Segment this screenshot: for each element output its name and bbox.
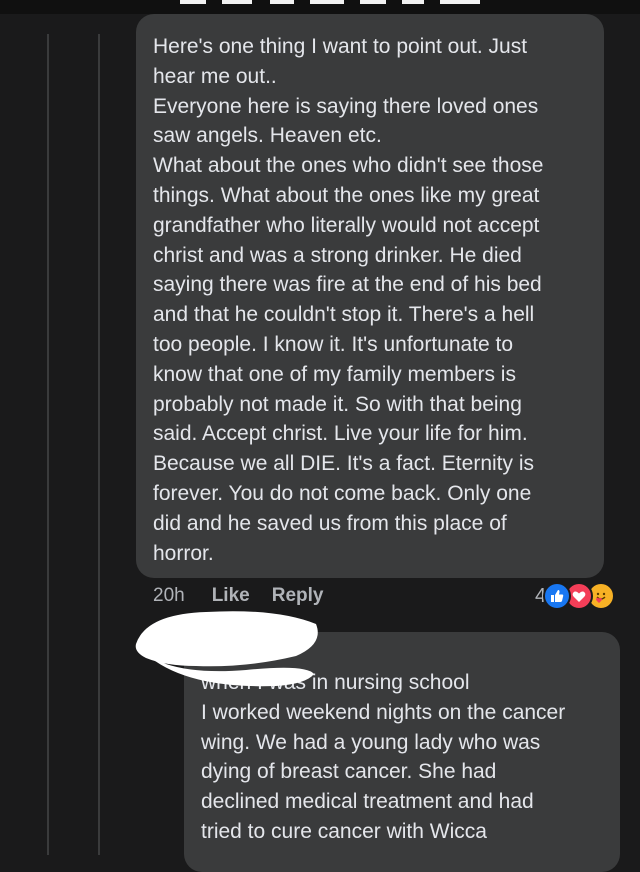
comment-bubble[interactable]: Here's one thing I want to point out. Ju… (136, 14, 604, 578)
cut-off-video-title (150, 0, 510, 10)
thread-line-inner (98, 34, 100, 855)
comment-text: Here's one thing I want to point out. Ju… (153, 35, 544, 565)
like-icon (543, 582, 572, 610)
cut-off-title-glyphs (180, 0, 480, 4)
thread-line-outer (47, 34, 49, 855)
reaction-summary[interactable]: 4 (535, 582, 616, 610)
redaction-scribble (135, 611, 318, 687)
